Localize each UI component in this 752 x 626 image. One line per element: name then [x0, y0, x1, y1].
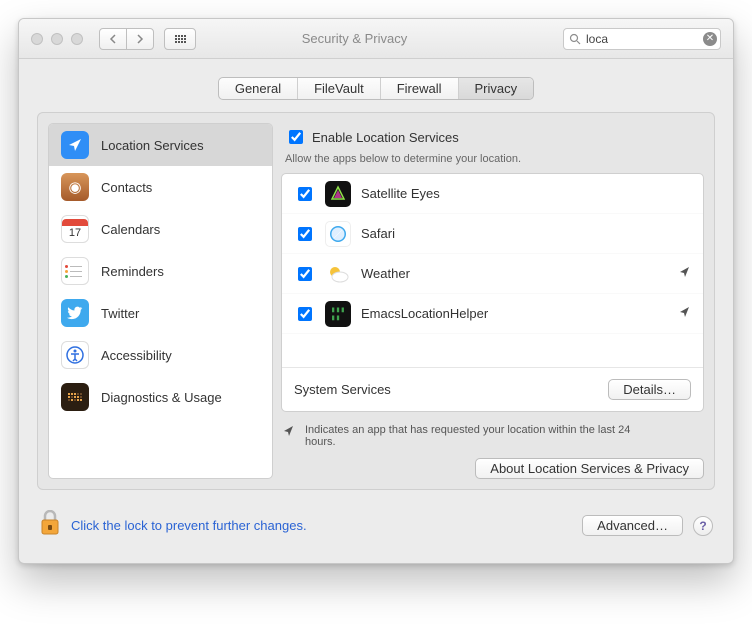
tab-general[interactable]: General — [219, 78, 298, 99]
app-name: EmacsLocationHelper — [361, 306, 488, 321]
search-wrap: ✕ — [563, 28, 721, 50]
advanced-button[interactable]: Advanced… — [582, 515, 683, 536]
clear-search-button[interactable]: ✕ — [703, 32, 717, 46]
app-name: Safari — [361, 226, 395, 241]
app-row-satellite-eyes: Satellite Eyes — [282, 174, 703, 214]
tab-bar: General FileVault Firewall Privacy — [19, 59, 733, 112]
zoom-button[interactable] — [71, 33, 83, 45]
reminders-icon — [61, 257, 89, 285]
sidebar-item-label: Diagnostics & Usage — [101, 390, 222, 405]
close-icon: ✕ — [706, 34, 714, 44]
enable-location-label: Enable Location Services — [312, 130, 459, 145]
lock-icon[interactable] — [39, 510, 61, 541]
app-row-weather: Weather — [282, 254, 703, 294]
app-name: Weather — [361, 266, 410, 281]
location-services-pane: Enable Location Services Allow the apps … — [281, 123, 704, 479]
sidebar-item-twitter[interactable]: Twitter — [49, 292, 272, 334]
location-icon — [61, 131, 89, 159]
app-icon — [325, 261, 351, 287]
sidebar-item-label: Calendars — [101, 222, 160, 237]
close-button[interactable] — [31, 33, 43, 45]
forward-button[interactable] — [126, 28, 154, 50]
calendar-icon: 17 — [61, 215, 89, 243]
search-input[interactable] — [563, 28, 721, 50]
footnote-text: Indicates an app that has requested your… — [305, 424, 645, 448]
system-services-label: System Services — [294, 382, 391, 397]
details-button[interactable]: Details… — [608, 379, 691, 400]
sidebar-item-accessibility[interactable]: Accessibility — [49, 334, 272, 376]
diagnostics-icon — [61, 383, 89, 411]
tab-firewall[interactable]: Firewall — [381, 78, 459, 99]
app-checkbox[interactable] — [298, 227, 312, 241]
traffic-lights — [31, 33, 83, 45]
tab-privacy[interactable]: Privacy — [459, 78, 534, 99]
twitter-icon — [61, 299, 89, 327]
titlebar: Security & Privacy ✕ — [19, 19, 733, 59]
sidebar-item-label: Location Services — [101, 138, 204, 153]
recent-location-icon — [679, 306, 691, 321]
chevron-right-icon — [136, 34, 144, 44]
footnote: Indicates an app that has requested your… — [281, 418, 704, 448]
preferences-window: Security & Privacy ✕ General FileVault F… — [18, 18, 734, 564]
nav-buttons — [99, 28, 154, 50]
window-title: Security & Privacy — [156, 31, 553, 46]
app-name: Satellite Eyes — [361, 186, 440, 201]
system-services-row: System Services Details… — [282, 367, 703, 411]
enable-row: Enable Location Services — [281, 123, 704, 147]
app-row-emacslocationhelper: ▮▮▮▮▮ EmacsLocationHelper — [282, 294, 703, 334]
app-checkbox[interactable] — [298, 307, 312, 321]
sidebar-item-label: Contacts — [101, 180, 152, 195]
sidebar-item-contacts[interactable]: ◉ Contacts — [49, 166, 272, 208]
app-icon — [325, 181, 351, 207]
back-button[interactable] — [99, 28, 127, 50]
recent-location-icon — [283, 424, 295, 448]
footer: Click the lock to prevent further change… — [19, 496, 733, 563]
accessibility-icon — [61, 341, 89, 369]
sidebar-item-label: Twitter — [101, 306, 139, 321]
app-checkbox[interactable] — [298, 187, 312, 201]
sidebar-item-location-services[interactable]: Location Services — [49, 124, 272, 166]
sidebar-item-label: Accessibility — [101, 348, 172, 363]
enable-location-checkbox[interactable] — [289, 130, 303, 144]
app-row-safari: Safari — [282, 214, 703, 254]
recent-location-icon — [679, 266, 691, 281]
help-button[interactable]: ? — [693, 516, 713, 536]
sidebar-item-reminders[interactable]: Reminders — [49, 250, 272, 292]
category-sidebar: Location Services ◉ Contacts 17 Calendar… — [48, 123, 273, 479]
minimize-button[interactable] — [51, 33, 63, 45]
app-list: Satellite Eyes Safari Weather — [281, 173, 704, 412]
privacy-panel: Location Services ◉ Contacts 17 Calendar… — [37, 112, 715, 490]
contacts-icon: ◉ — [61, 173, 89, 201]
about-button[interactable]: About Location Services & Privacy — [475, 458, 704, 479]
sidebar-item-calendars[interactable]: 17 Calendars — [49, 208, 272, 250]
about-row: About Location Services & Privacy — [281, 454, 704, 479]
lock-text[interactable]: Click the lock to prevent further change… — [71, 518, 307, 533]
tab-filevault[interactable]: FileVault — [298, 78, 381, 99]
allow-text: Allow the apps below to determine your l… — [281, 153, 704, 165]
sidebar-item-label: Reminders — [101, 264, 164, 279]
app-icon: ▮▮▮▮▮ — [325, 301, 351, 327]
chevron-left-icon — [109, 34, 117, 44]
sidebar-item-diagnostics[interactable]: Diagnostics & Usage — [49, 376, 272, 418]
tabs: General FileVault Firewall Privacy — [218, 77, 534, 100]
app-checkbox[interactable] — [298, 267, 312, 281]
search-icon — [569, 33, 581, 45]
app-icon — [325, 221, 351, 247]
